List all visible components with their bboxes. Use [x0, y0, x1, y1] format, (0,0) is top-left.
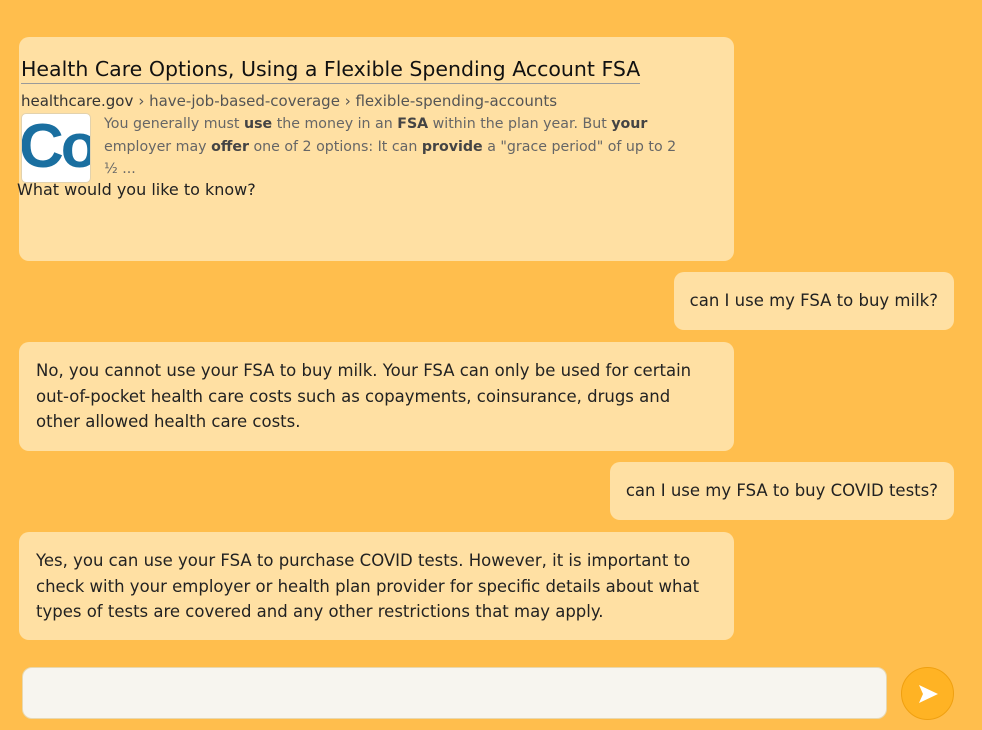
user-message-text: can I use my FSA to buy COVID tests? [625, 481, 938, 501]
bot-message-text: No, you cannot use your FSA to buy milk.… [36, 361, 692, 431]
search-result-domain: healthcare.gov [21, 92, 134, 110]
user-message: can I use my FSA to buy milk? [673, 272, 954, 330]
thumbnail-logo-text: Co [21, 113, 91, 181]
bot-message-text: Yes, you can use your FSA to purchase CO… [36, 551, 700, 621]
user-message: can I use my FSA to buy COVID tests? [609, 462, 954, 520]
bot-message: No, you cannot use your FSA to buy milk.… [19, 342, 734, 451]
bot-message: Yes, you can use your FSA to purchase CO… [19, 532, 734, 640]
send-button[interactable] [901, 667, 954, 720]
search-result-path: › have-job-based-coverage › flexible-spe… [138, 92, 558, 110]
bot-prompt-text: What would you like to know? [17, 180, 256, 199]
message-input[interactable] [22, 667, 887, 719]
user-message-text: can I use my FSA to buy milk? [689, 291, 938, 311]
search-result-title-link[interactable]: Health Care Options, Using a Flexible Sp… [21, 56, 641, 84]
search-result-url[interactable]: healthcare.gov › have-job-based-coverage … [21, 91, 557, 111]
search-result-snippet: You generally must use the money in an F… [104, 116, 677, 177]
search-result-thumbnail[interactable]: Co [21, 113, 91, 183]
send-arrow-icon [918, 684, 938, 703]
